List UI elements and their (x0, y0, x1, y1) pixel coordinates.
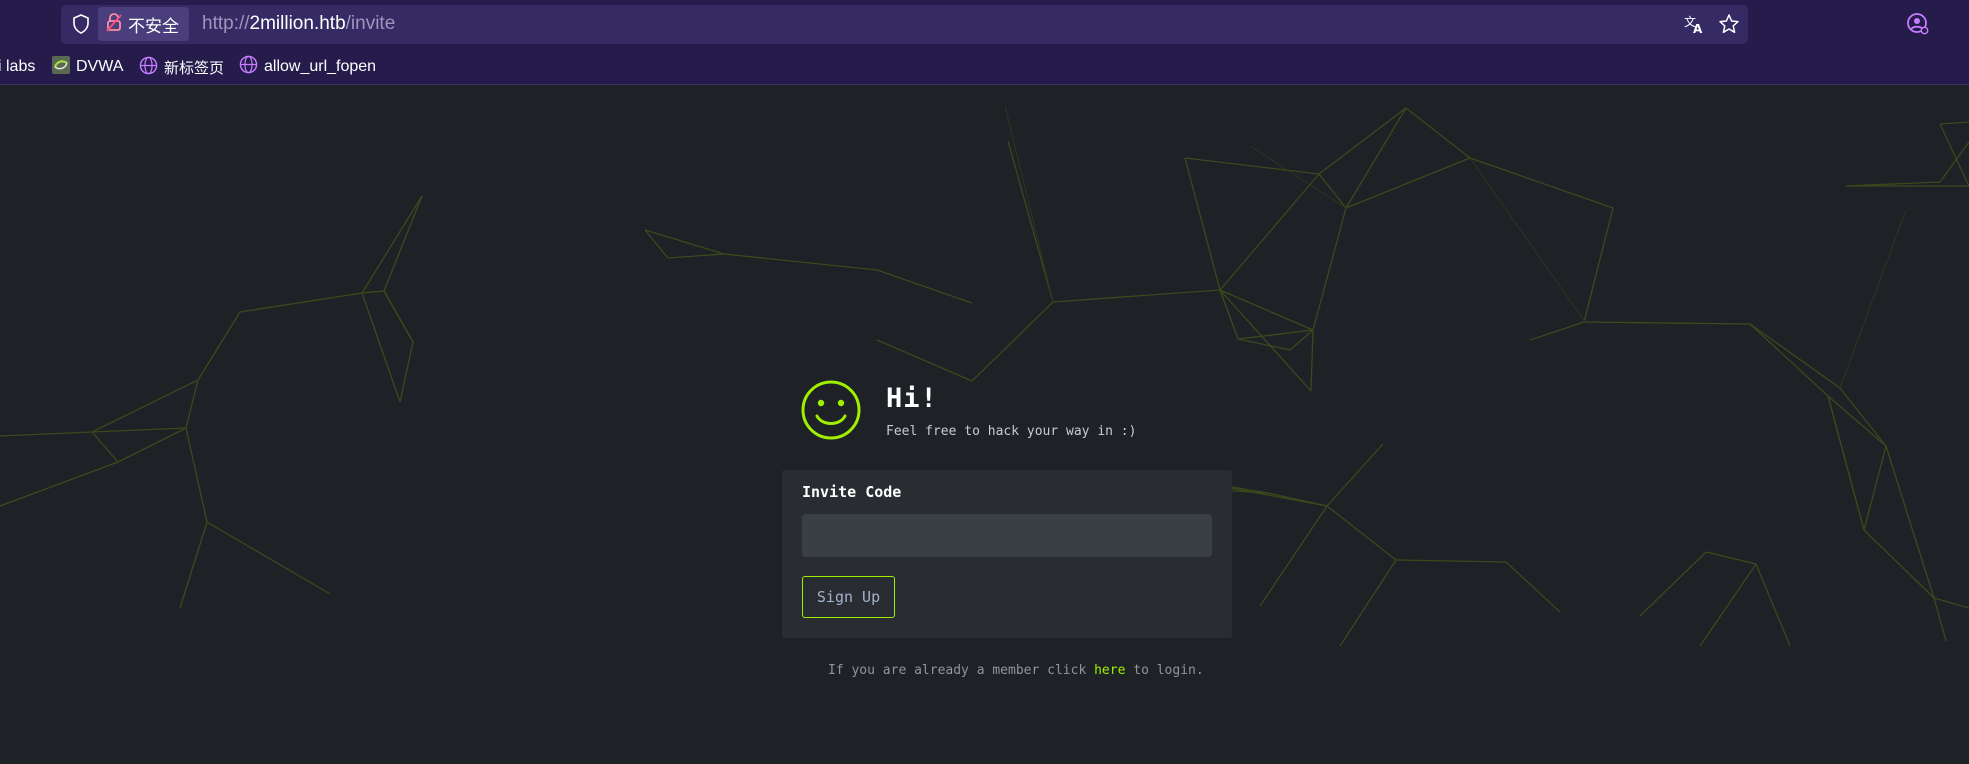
bookmark-star-icon[interactable] (1716, 11, 1742, 37)
login-prompt-suffix: to login. (1133, 663, 1204, 678)
login-link[interactable]: here (1094, 663, 1125, 678)
bookmark-new-tab[interactable]: 新标签页 (139, 55, 224, 79)
shield-icon[interactable] (68, 11, 94, 37)
login-prompt: If you are already a member click here t… (828, 663, 1204, 678)
sign-up-button[interactable]: Sign Up (802, 576, 895, 618)
profile-icon[interactable] (1905, 11, 1931, 37)
url-host: 2million.htb (249, 13, 346, 34)
login-prompt-text: If you are already a member click (828, 663, 1087, 678)
svg-text:A: A (1693, 22, 1703, 35)
bookmark-labs[interactable]: i labs (0, 55, 35, 79)
url-scheme: http:// (202, 13, 250, 34)
translate-icon[interactable]: 文 A (1681, 11, 1707, 37)
invite-code-label: Invite Code (802, 483, 902, 501)
bookmark-label: allow_url_fopen (264, 58, 377, 75)
dvwa-favicon-icon (52, 55, 70, 79)
globe-icon (139, 56, 158, 79)
security-label: 不安全 (128, 16, 179, 37)
invite-code-input[interactable] (802, 514, 1212, 557)
invite-form-card: Invite Code Sign Up (782, 470, 1232, 638)
page-subtitle: Feel free to hack your way in :) (886, 424, 1137, 439)
smiley-icon (800, 379, 862, 441)
site-security-indicator[interactable]: 不安全 (98, 7, 189, 41)
bookmarks-bar: i labs DVWA 新标签页 allow_url_fopen (0, 49, 1969, 85)
globe-icon (239, 55, 258, 79)
bookmark-label: DVWA (76, 58, 124, 75)
bookmark-dvwa[interactable]: DVWA (52, 55, 123, 79)
bookmark-label: 新标签页 (164, 58, 225, 77)
url-text[interactable]: http://2million.htb/invite (202, 11, 395, 37)
url-path: /invite (345, 13, 396, 34)
browser-toolbar: 不安全 http://2million.htb/invite 文 A (0, 0, 1969, 49)
bookmark-label: i labs (0, 58, 36, 75)
page-title: Hi! (886, 383, 938, 414)
bookmark-allow-url-fopen[interactable]: allow_url_fopen (239, 55, 376, 79)
invite-page: Hi! Feel free to hack your way in :) Inv… (0, 86, 1969, 764)
insecure-lock-icon (106, 12, 122, 37)
